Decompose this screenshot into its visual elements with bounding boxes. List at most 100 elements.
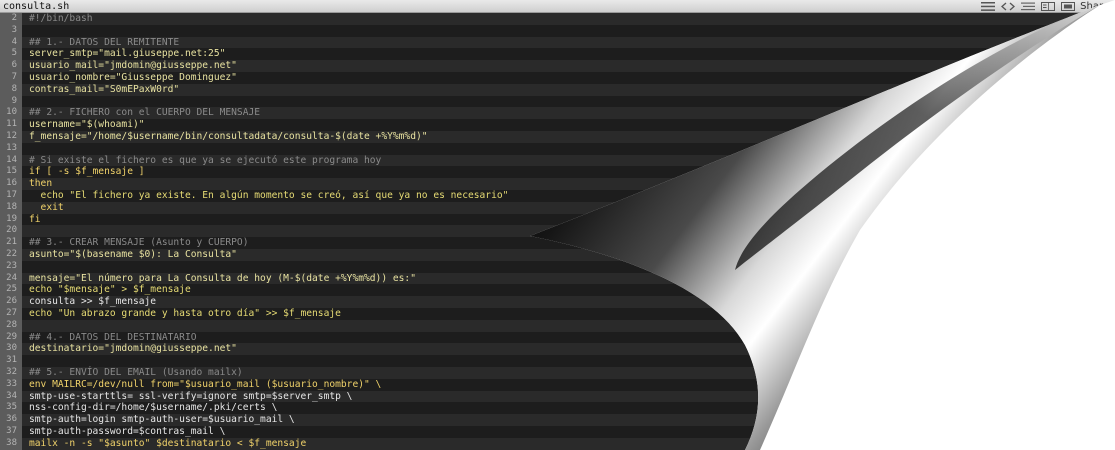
line-number: 32 — [0, 367, 22, 379]
code-text: ## 1.- DATOS DEL REMITENTE — [29, 36, 180, 48]
code-text: smtp-use-starttls= ssl-verify=ignore smt… — [29, 390, 353, 402]
code-line[interactable]: 16 then — [0, 178, 1115, 190]
code-line[interactable]: 20 — [0, 225, 1115, 238]
code-line[interactable]: 11 username="$(whoami)" — [0, 119, 1115, 131]
fullscreen-icon[interactable] — [1060, 1, 1076, 12]
code-line[interactable]: 32 ## 5.- ENVÍO DEL EMAIL (Usando mailx) — [0, 367, 1115, 379]
code-text: if [ -s $f_mensaje ] — [29, 166, 145, 178]
code-line[interactable]: 8 contras_mail="S0mEPaxW0rd" — [0, 83, 1115, 96]
columns-icon[interactable] — [1040, 1, 1056, 12]
code-text: nss-config-dir=/home/$username/.pki/cert… — [29, 402, 278, 414]
line-number: 34 — [0, 390, 22, 403]
code-text: consulta >> $f_mensaje — [29, 296, 157, 308]
code-text: server_smtp="mail.giuseppe.net:25" — [29, 48, 226, 60]
line-number: 2 — [0, 13, 22, 25]
line-number: 4 — [0, 36, 22, 49]
code-text: ## 3.- CREAR MENSAJE (Asunto y CUERPO) — [29, 237, 249, 249]
code-line[interactable]: 10 ## 2.- FICHERO con el CUERPO DEL MENSA… — [0, 107, 1115, 120]
code-line[interactable]: 4 ## 1.- DATOS DEL REMITENTE — [0, 36, 1115, 49]
share-button[interactable]: Share — [1080, 0, 1109, 13]
code-editor[interactable]: 2 #!/bin/bash 3 4 ## 1.- DATOS DEL REMITENTE… — [0, 13, 1115, 450]
code-text: exit — [29, 201, 64, 213]
line-number: 18 — [0, 201, 22, 214]
line-number: 36 — [0, 414, 22, 426]
code-line[interactable]: 22 asunto="$(basename $0): La Consulta" — [0, 249, 1115, 261]
code-text: f_mensaje="/home/$username/bin/consultad… — [29, 131, 428, 142]
line-number: 11 — [0, 119, 22, 131]
line-number: 24 — [0, 272, 22, 285]
code-line[interactable]: 21 ## 3.- CREAR MENSAJE (Asunto y CUERPO) — [0, 237, 1115, 249]
wrap-icon[interactable] — [1020, 1, 1036, 12]
code-line[interactable]: 6 usuario_mail="jmdomin@giusseppe.net" — [0, 60, 1115, 72]
code-line[interactable]: 13 — [0, 142, 1115, 155]
code-line[interactable]: 35 nss-config-dir=/home/$username/.pki/ce… — [0, 402, 1115, 415]
line-number: 16 — [0, 178, 22, 190]
code-text: #!/bin/bash — [29, 13, 93, 24]
line-number: 15 — [0, 166, 22, 179]
line-number: 7 — [0, 72, 22, 84]
code-line[interactable]: 38 mailx -n -s "$asunto" $destinatario < … — [0, 437, 1115, 450]
code-line[interactable]: 12 f_mensaje="/home/$username/bin/consult… — [0, 131, 1115, 143]
code-text: ## 4.- DATOS DEL DESTINATARIO — [29, 331, 197, 343]
line-number: 21 — [0, 237, 22, 249]
code-text: echo "$mensaje" > $f_mensaje — [29, 284, 191, 296]
code-text: echo "El fichero ya existe. En algún mom… — [29, 190, 509, 201]
code-line[interactable]: 33 env MAILRC=/dev/null from="$usuario_ma… — [0, 378, 1115, 391]
code-line[interactable]: 37 smtp-auth-password=$contras_mail \ — [0, 426, 1115, 438]
code-line[interactable]: 17 echo "El fichero ya existe. En algún … — [0, 190, 1115, 202]
line-number: 27 — [0, 308, 22, 320]
code-line[interactable]: 9 — [0, 95, 1115, 108]
line-number: 26 — [0, 296, 22, 308]
menu-icon[interactable] — [980, 1, 996, 12]
code-line[interactable]: 14 # Si existe el fichero es que ya se ej… — [0, 154, 1115, 167]
code-line[interactable]: 2 #!/bin/bash — [0, 13, 1115, 25]
code-line[interactable]: 28 — [0, 319, 1115, 332]
line-number: 9 — [0, 95, 22, 108]
line-number: 22 — [0, 249, 22, 261]
line-number: 10 — [0, 107, 22, 120]
code-line[interactable]: 23 — [0, 260, 1115, 273]
code-line[interactable]: 18 exit — [0, 201, 1115, 214]
code-text: ## 2.- FICHERO con el CUERPO DEL MENSAJE — [29, 107, 261, 119]
code-text: fi — [29, 213, 41, 225]
line-number: 19 — [0, 213, 22, 226]
code-text: env MAILRC=/dev/null from="$usuario_mail… — [29, 378, 382, 390]
code-line[interactable]: 30 destinatario="jmdomin@giusseppe.net" — [0, 343, 1115, 356]
line-number: 13 — [0, 142, 22, 155]
code-text: asunto="$(basename $0): La Consulta" — [29, 249, 237, 260]
code-text: mailx -n -s "$asunto" $destinatario < $f… — [29, 437, 307, 449]
code-line[interactable]: 19 fi — [0, 213, 1115, 226]
code-line[interactable]: 36 smtp-auth=login smtp-auth-user=$usuari… — [0, 414, 1115, 426]
code-line[interactable]: 24 mensaje="El número para La Consulta de… — [0, 272, 1115, 285]
code-text: usuario_nombre="Giusseppe Dominguez" — [29, 72, 237, 83]
code-text: username="$(whoami)" — [29, 119, 145, 131]
code-line[interactable]: 27 echo "Un abrazo grande y hasta otro dí… — [0, 308, 1115, 320]
code-text: contras_mail="S0mEPaxW0rd" — [29, 83, 180, 95]
code-line[interactable]: 3 — [0, 24, 1115, 37]
code-icon[interactable] — [1000, 1, 1016, 12]
code-line[interactable]: 26 consulta >> $f_mensaje — [0, 296, 1115, 308]
code-line[interactable]: 25 echo "$mensaje" > $f_mensaje — [0, 284, 1115, 297]
code-line[interactable]: 34 smtp-use-starttls= ssl-verify=ignore s… — [0, 390, 1115, 403]
line-number: 38 — [0, 437, 22, 450]
toolbar: Share — [980, 0, 1109, 13]
line-number: 14 — [0, 154, 22, 167]
code-text: smtp-auth-password=$contras_mail \ — [29, 426, 226, 437]
code-line[interactable]: 31 — [0, 355, 1115, 367]
line-number: 29 — [0, 331, 22, 344]
code-text: usuario_mail="jmdomin@giusseppe.net" — [29, 60, 237, 72]
line-number: 8 — [0, 83, 22, 96]
code-text: echo "Un abrazo grande y hasta otro día"… — [29, 308, 341, 319]
code-line[interactable]: 5 server_smtp="mail.giuseppe.net:25" — [0, 48, 1115, 61]
line-number: 17 — [0, 190, 22, 202]
code-text: ## 5.- ENVÍO DEL EMAIL (Usando mailx) — [29, 367, 243, 378]
code-line[interactable]: 29 ## 4.- DATOS DEL DESTINATARIO — [0, 331, 1115, 344]
line-number: 25 — [0, 284, 22, 297]
line-number: 37 — [0, 426, 22, 438]
line-number: 30 — [0, 343, 22, 356]
line-number: 33 — [0, 378, 22, 391]
code-line[interactable]: 7 usuario_nombre="Giusseppe Dominguez" — [0, 72, 1115, 84]
code-text: destinatario="jmdomin@giusseppe.net" — [29, 343, 237, 355]
line-number: 20 — [0, 225, 22, 238]
code-line[interactable]: 15 if [ -s $f_mensaje ] — [0, 166, 1115, 179]
